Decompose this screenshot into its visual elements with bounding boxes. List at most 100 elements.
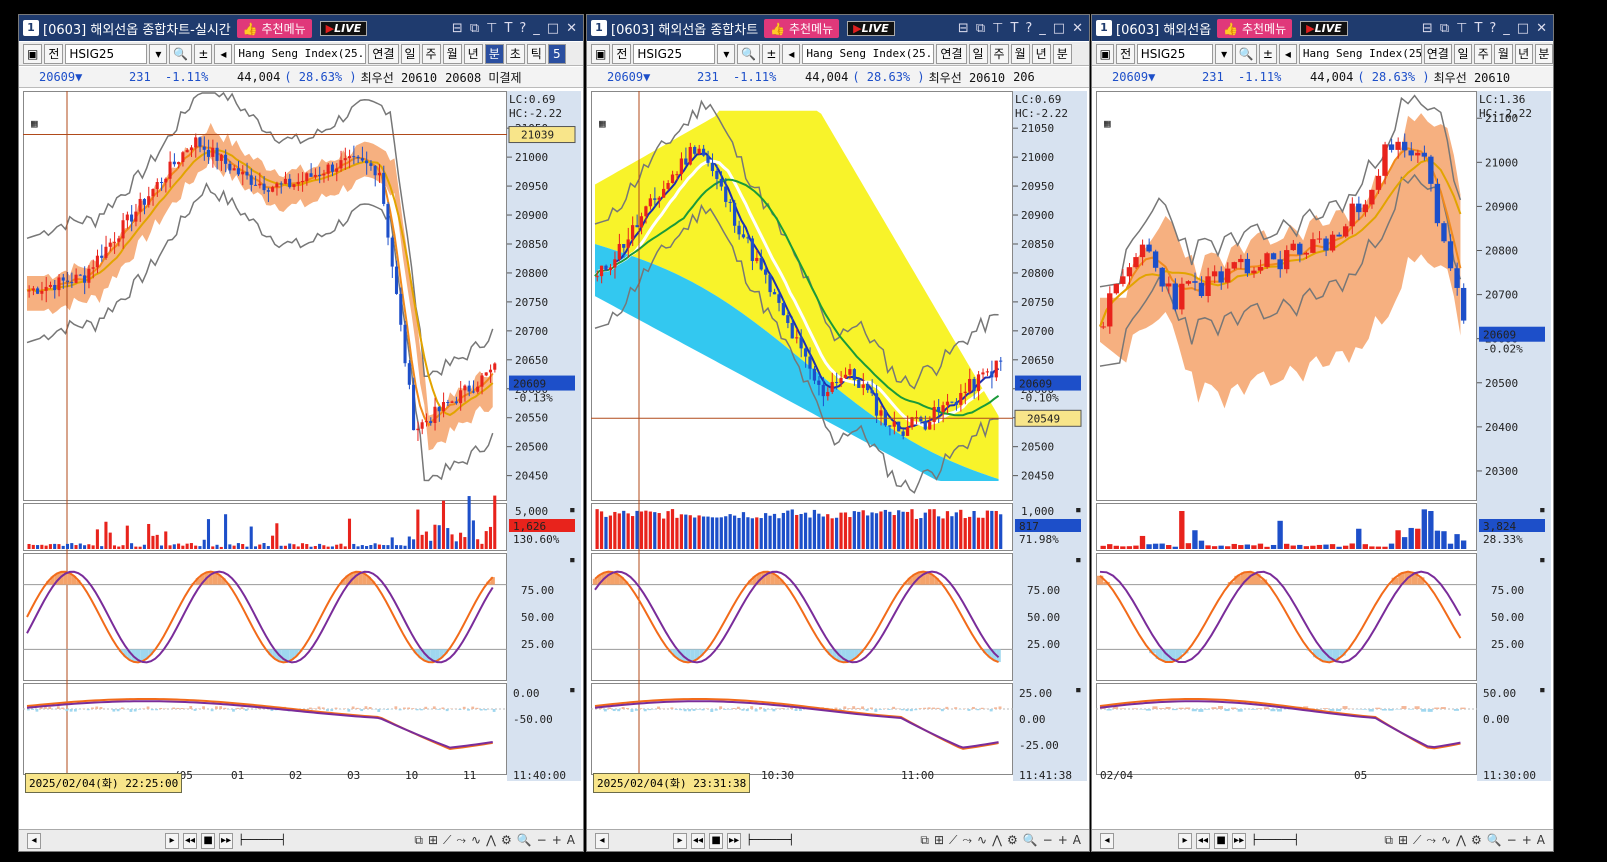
symbol-step-icon[interactable]: ± [1258,43,1277,64]
settings-icon[interactable]: ⚙ [501,833,512,848]
period-button-1[interactable]: 일 [1453,43,1473,64]
stop-icon[interactable]: ■ [709,832,724,849]
vol-close-icon[interactable]: ▪ [569,503,576,516]
rewind-icon[interactable]: ◂◂ [1196,832,1211,849]
search-icon[interactable]: 🔍 [737,43,761,64]
maximize-icon[interactable]: □ [547,21,559,36]
help-icon[interactable]: ? [519,21,526,36]
paste-icon[interactable]: ⊞ [934,833,944,848]
recommend-menu-button[interactable]: 👍 추천메뉴 [236,18,312,38]
paste-icon[interactable]: ⊞ [428,833,438,848]
layout-icon[interactable]: ⊟ [452,21,463,36]
speaker-icon[interactable]: ◂ [782,43,801,64]
font-icon[interactable]: T [1474,21,1482,36]
layout-icon[interactable]: ⊟ [1422,21,1433,36]
period-button-5[interactable]: 분 [1534,43,1553,64]
search-icon[interactable]: 🔍 [169,43,193,64]
zoom-in-icon[interactable]: + [1058,833,1068,848]
pattern-icon[interactable]: ⋀ [486,833,496,848]
step-forward-icon[interactable]: ▸ [165,832,179,849]
help-icon[interactable]: ? [1025,21,1032,36]
speaker-icon[interactable]: ◂ [214,43,233,64]
index-name-field[interactable]: Hang Seng Index(25.0 [802,43,935,64]
index-name-field[interactable]: Hang Seng Index(25.0 [1298,43,1422,64]
speaker-icon[interactable]: ◂ [1278,43,1297,64]
period-button-1[interactable]: 일 [400,43,420,64]
line-tool-icon[interactable]: ⟋ [949,833,957,848]
trend-icon[interactable]: ⤳ [1426,833,1436,848]
period-button-6[interactable]: 초 [505,43,525,64]
index-name-field[interactable]: Hang Seng Index(25.0 [234,43,367,64]
chart-menu-icon[interactable]: ▣ [23,43,43,64]
chart-area[interactable]: ▪▪▪▦210502100020950209002085020800207502… [23,91,581,781]
zoom-out-icon[interactable]: − [1043,833,1053,848]
period-button-3[interactable]: 월 [442,43,462,64]
stop-icon[interactable]: ■ [201,832,216,849]
trend-icon[interactable]: ⤳ [456,833,466,848]
all-button[interactable]: 전 [44,43,64,64]
settings-icon[interactable]: ⚙ [1471,833,1482,848]
minimize-icon[interactable]: _ [1503,21,1510,36]
symbol-step-icon[interactable]: ± [194,43,213,64]
fast-forward-icon[interactable]: ▸▸ [219,832,234,849]
line-tool-icon[interactable]: ⟋ [1413,833,1421,848]
period-button-5[interactable]: 분 [1052,43,1072,64]
copy-icon[interactable]: ⧉ [920,833,929,848]
settings-icon[interactable]: ⚙ [1007,833,1018,848]
symbol-code-input[interactable]: HSIG25 [65,43,148,64]
chevron-down-icon[interactable]: ▾ [149,43,168,64]
stoch-close-icon[interactable]: ▪ [1075,553,1082,566]
period-button-2[interactable]: 주 [421,43,441,64]
live-button[interactable]: ▶LIVE [847,20,895,36]
period-button-4[interactable]: 년 [1031,43,1051,64]
search-icon[interactable]: 🔍 [1235,43,1257,64]
interval-button[interactable]: 5 [547,43,566,64]
wave-icon[interactable]: ∿ [1441,833,1451,848]
symbol-step-icon[interactable]: ± [762,43,781,64]
period-button-0[interactable]: 연결 [936,43,967,64]
chevron-down-icon[interactable]: ▾ [1215,43,1234,64]
stop-icon[interactable]: ■ [1214,832,1229,849]
live-button[interactable]: ▶LIVE [1300,20,1348,36]
chart-svg[interactable]: ▪▪▪▦211002100020900208002070020600205002… [1096,91,1551,781]
restore-icon[interactable]: ⧉ [470,21,479,36]
search-icon[interactable]: 🔍 [517,833,532,848]
period-button-1[interactable]: 일 [968,43,988,64]
macd-close-icon[interactable]: ▪ [1539,683,1546,696]
period-button-3[interactable]: 월 [1010,43,1030,64]
zoom-out-icon[interactable]: − [1507,833,1517,848]
period-button-4[interactable]: 년 [1514,43,1533,64]
step-forward-icon[interactable]: ▸ [1178,832,1192,849]
grid-icon[interactable]: ▦ [599,117,606,130]
search-icon[interactable]: 🔍 [1023,833,1038,848]
pattern-icon[interactable]: ⋀ [1456,833,1466,848]
recommend-menu-button[interactable]: 👍 추천메뉴 [764,18,840,38]
font-icon[interactable]: A [1073,833,1081,848]
pin-icon[interactable]: ⊤ [486,21,497,36]
restore-icon[interactable]: ⧉ [976,21,985,36]
symbol-code-input[interactable]: HSIG25 [633,43,716,64]
vol-close-icon[interactable]: ▪ [1075,503,1082,516]
pin-icon[interactable]: ⊤ [992,21,1003,36]
chart-svg[interactable]: ▪▪▪▦210502100020950209002085020800207502… [23,91,581,781]
font-icon[interactable]: A [567,833,575,848]
line-tool-icon[interactable]: ⟋ [443,833,451,848]
zoom-slider[interactable]: ├──────┤ [1250,833,1300,849]
vol-close-icon[interactable]: ▪ [1539,503,1546,516]
symbol-code-input[interactable]: HSIG25 [1136,43,1214,64]
zoom-slider[interactable]: ├──────┤ [745,833,795,849]
fast-forward-icon[interactable]: ▸▸ [727,832,742,849]
layout-icon[interactable]: ⊟ [958,21,969,36]
zoom-in-icon[interactable]: + [1522,833,1532,848]
copy-icon[interactable]: ⧉ [1384,833,1393,848]
title-bar[interactable]: 1 [0603] 해외선옵 종합차트-실시간 👍 추천메뉴 ▶LIVE ⊟ ⧉ ⊤ T? _ □ ✕ [19,15,583,41]
chart-menu-icon[interactable]: ▣ [591,43,611,64]
period-button-2[interactable]: 주 [1474,43,1493,64]
wave-icon[interactable]: ∿ [977,833,987,848]
restore-icon[interactable]: ⧉ [1440,21,1449,36]
close-icon[interactable]: ✕ [1072,21,1083,36]
close-icon[interactable]: ✕ [1536,21,1547,36]
all-button[interactable]: 전 [1116,43,1135,64]
step-forward-icon[interactable]: ▸ [673,832,687,849]
paste-icon[interactable]: ⊞ [1398,833,1408,848]
